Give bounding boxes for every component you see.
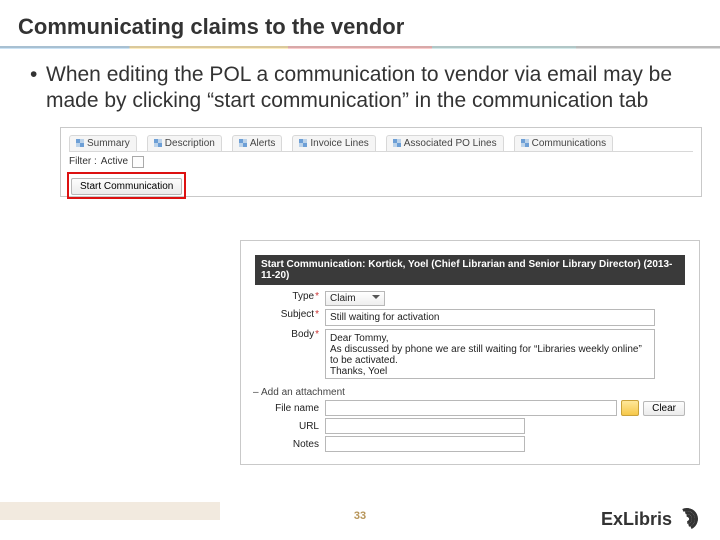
url-label: URL <box>255 421 325 432</box>
dialog-header: Start Communication: Kortick, Yoel (Chie… <box>255 255 685 285</box>
clear-button[interactable]: Clear <box>643 401 685 416</box>
tab-invoice-lines[interactable]: Invoice Lines <box>292 135 375 151</box>
start-communication-highlight: Start Communication <box>67 172 186 199</box>
tab-label: Associated PO Lines <box>404 138 497 149</box>
tab-bar: Summary Description Alerts Invoice Lines… <box>69 132 693 152</box>
row-body: Body* Dear Tommy, As discussed by phone … <box>255 329 685 379</box>
filename-input[interactable] <box>325 400 617 416</box>
filter-value: Active <box>101 156 128 167</box>
exlibris-logo: ExLibris <box>601 508 698 530</box>
grid-icon <box>393 139 401 147</box>
slide: Communicating claims to the vendor • Whe… <box>0 0 720 540</box>
tab-communications[interactable]: Communications <box>514 135 613 151</box>
logo-text: ExLibris <box>601 509 672 530</box>
slide-title: Communicating claims to the vendor <box>0 0 720 46</box>
tab-summary[interactable]: Summary <box>69 135 137 151</box>
notes-input[interactable] <box>325 436 525 452</box>
title-underline <box>0 46 720 48</box>
grid-icon <box>239 139 247 147</box>
bullet-dot: • <box>30 62 46 115</box>
tab-associated-po-lines[interactable]: Associated PO Lines <box>386 135 504 151</box>
folder-icon[interactable] <box>621 400 639 416</box>
tab-label: Alerts <box>250 138 276 149</box>
tab-description[interactable]: Description <box>147 135 222 151</box>
grid-icon <box>154 139 162 147</box>
logo-arcs-icon <box>676 508 698 530</box>
tab-label: Communications <box>532 138 606 149</box>
row-notes: Notes <box>255 436 685 452</box>
row-url: URL <box>255 418 685 434</box>
filter-label: Filter : <box>69 156 97 167</box>
bullet-item: • When editing the POL a communication t… <box>0 48 720 121</box>
row-filename: File name Clear <box>255 400 685 416</box>
type-value: Claim <box>330 293 356 304</box>
grid-icon <box>299 139 307 147</box>
subject-label: Subject <box>281 309 314 320</box>
required-asterisk: * <box>315 291 319 302</box>
embedded-screenshot-dialog: Start Communication: Kortick, Yoel (Chie… <box>240 240 700 465</box>
tab-label: Invoice Lines <box>310 138 368 149</box>
required-asterisk: * <box>315 309 319 320</box>
notes-label: Notes <box>255 439 325 450</box>
row-type: Type* Claim <box>255 291 685 306</box>
grid-icon <box>521 139 529 147</box>
body-textarea[interactable]: Dear Tommy, As discussed by phone we are… <box>325 329 655 379</box>
filename-label: File name <box>255 403 325 414</box>
body-label: Body <box>291 329 314 340</box>
attachment-section-title: Add an attachment <box>261 387 685 398</box>
type-select[interactable]: Claim <box>325 291 385 306</box>
required-asterisk: * <box>315 329 319 340</box>
url-input[interactable] <box>325 418 525 434</box>
start-communication-button[interactable]: Start Communication <box>71 178 182 195</box>
grid-icon <box>76 139 84 147</box>
tab-label: Summary <box>87 138 130 149</box>
filter-picker-icon[interactable] <box>132 156 144 168</box>
page-number: 33 <box>354 510 366 522</box>
subject-input[interactable]: Still waiting for activation <box>325 309 655 326</box>
bullet-text: When editing the POL a communication to … <box>46 62 690 115</box>
type-label: Type <box>292 291 314 302</box>
tab-label: Description <box>165 138 215 149</box>
filter-row: Filter : Active <box>69 156 144 168</box>
tab-alerts[interactable]: Alerts <box>232 135 283 151</box>
embedded-screenshot-tabs: Summary Description Alerts Invoice Lines… <box>60 127 702 197</box>
footer-bar <box>0 502 220 520</box>
row-subject: Subject* Still waiting for activation <box>255 309 685 326</box>
